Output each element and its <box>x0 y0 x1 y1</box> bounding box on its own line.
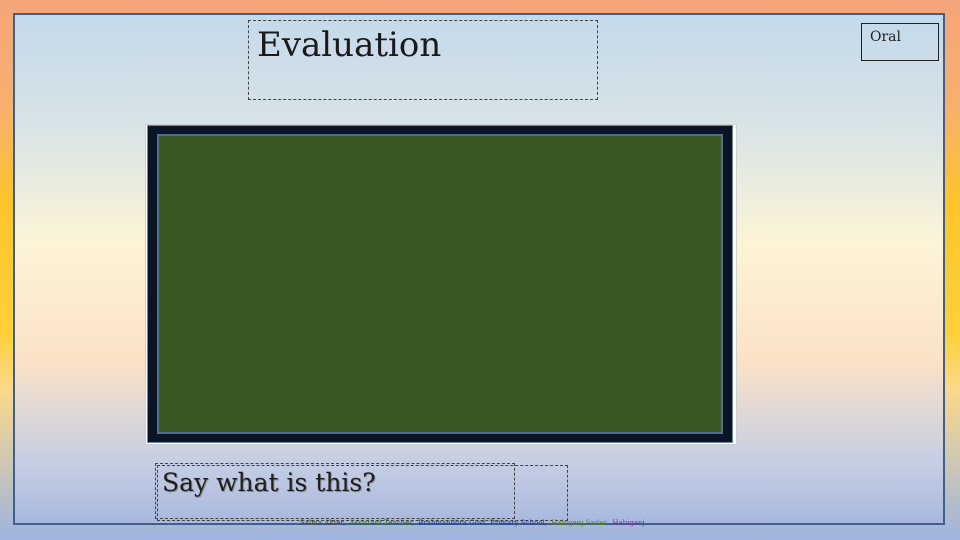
footer-place: Habiganj Sadar, <box>551 519 609 527</box>
chalkboard-image[interactable] <box>157 134 723 434</box>
oral-tag-label: Oral <box>870 29 901 45</box>
footer-district: Habiganj <box>612 519 645 527</box>
footer-role: Assistant Teacher, <box>349 519 414 527</box>
slide-title: Evaluation <box>257 25 442 65</box>
footer-school: Brahmandora Govt. Primary School, <box>418 519 547 527</box>
footer-credit: Salma Akter, Assistant Teacher, Brahmand… <box>300 519 647 527</box>
question-text: Say what is this? <box>162 468 376 497</box>
footer-name: Salma Akter, <box>300 519 346 527</box>
oral-tag-box[interactable]: Oral <box>861 23 939 61</box>
slide-background: Evaluation Oral Say what is this? Salma … <box>0 0 960 540</box>
title-placeholder[interactable]: Evaluation <box>248 20 598 100</box>
